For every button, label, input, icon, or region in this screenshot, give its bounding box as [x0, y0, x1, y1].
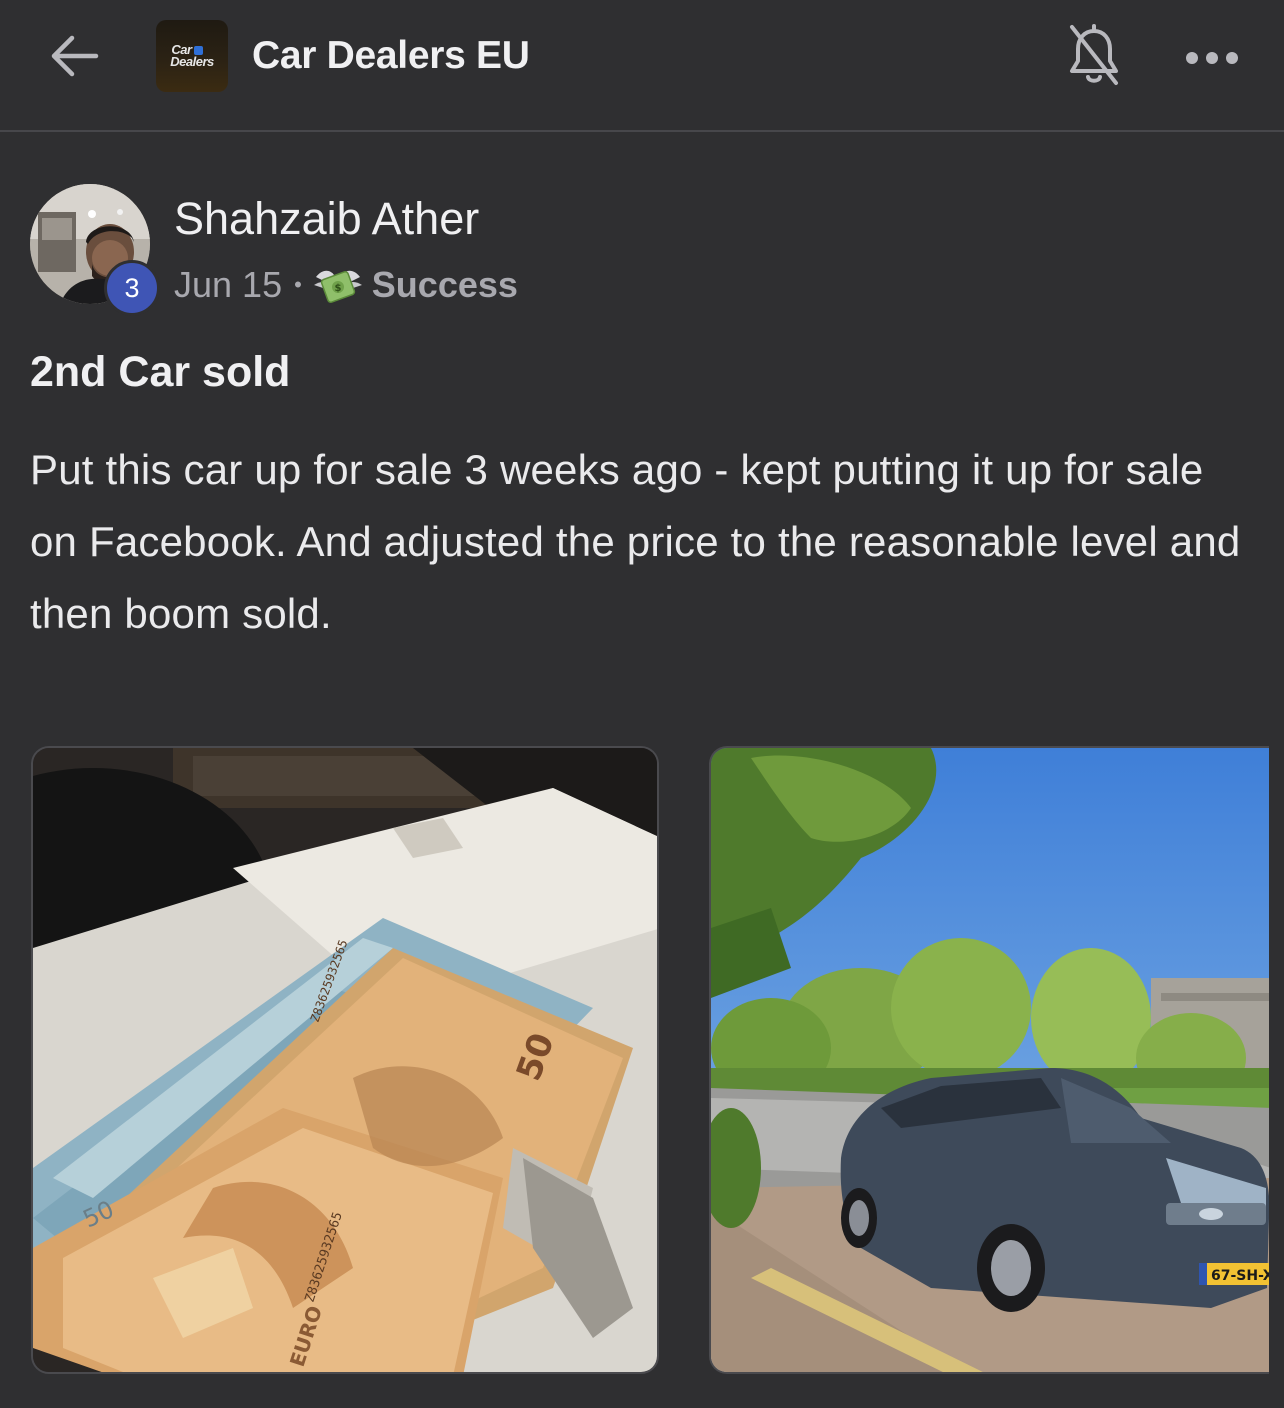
attachment-image-car[interactable]: 67-SH-X: [709, 746, 1269, 1374]
post-body: Put this car up for sale 3 weeks ago - k…: [30, 446, 1241, 637]
license-plate-text: 67-SH-X: [1211, 1268, 1269, 1284]
more-options-button[interactable]: [1180, 36, 1244, 80]
svg-text:$: $: [334, 283, 341, 294]
logo-text-line2: Dealers: [170, 54, 214, 69]
post-category[interactable]: Success: [372, 264, 518, 306]
post-title: 2nd Car sold: [30, 348, 291, 396]
meta-separator: •: [294, 272, 302, 297]
group-logo[interactable]: Car Dealers: [156, 20, 228, 92]
attachment-image-cash[interactable]: 50 50 Z83625932565 Z83625932565 EURO: [31, 746, 659, 1374]
post-meta: Jun 15 • $ Success: [174, 262, 518, 308]
author-level-badge: 3: [104, 260, 160, 316]
cash-photo: 50 50 Z83625932565 Z83625932565 EURO: [33, 748, 657, 1372]
group-title[interactable]: Car Dealers EU: [252, 30, 530, 82]
author-name[interactable]: Shahzaib Ather: [174, 190, 479, 248]
bell-off-icon: [1070, 24, 1118, 85]
post-date[interactable]: Jun 15: [174, 264, 282, 306]
top-bar: Car Dealers Car Dealers EU: [0, 0, 1284, 132]
arrow-left-icon: [51, 35, 99, 77]
notifications-button[interactable]: [1064, 22, 1124, 88]
back-button[interactable]: [44, 28, 104, 84]
money-with-wings-icon: $: [313, 270, 362, 303]
car-photo: 67-SH-X: [711, 748, 1269, 1372]
more-horizontal-icon: [1186, 52, 1238, 64]
